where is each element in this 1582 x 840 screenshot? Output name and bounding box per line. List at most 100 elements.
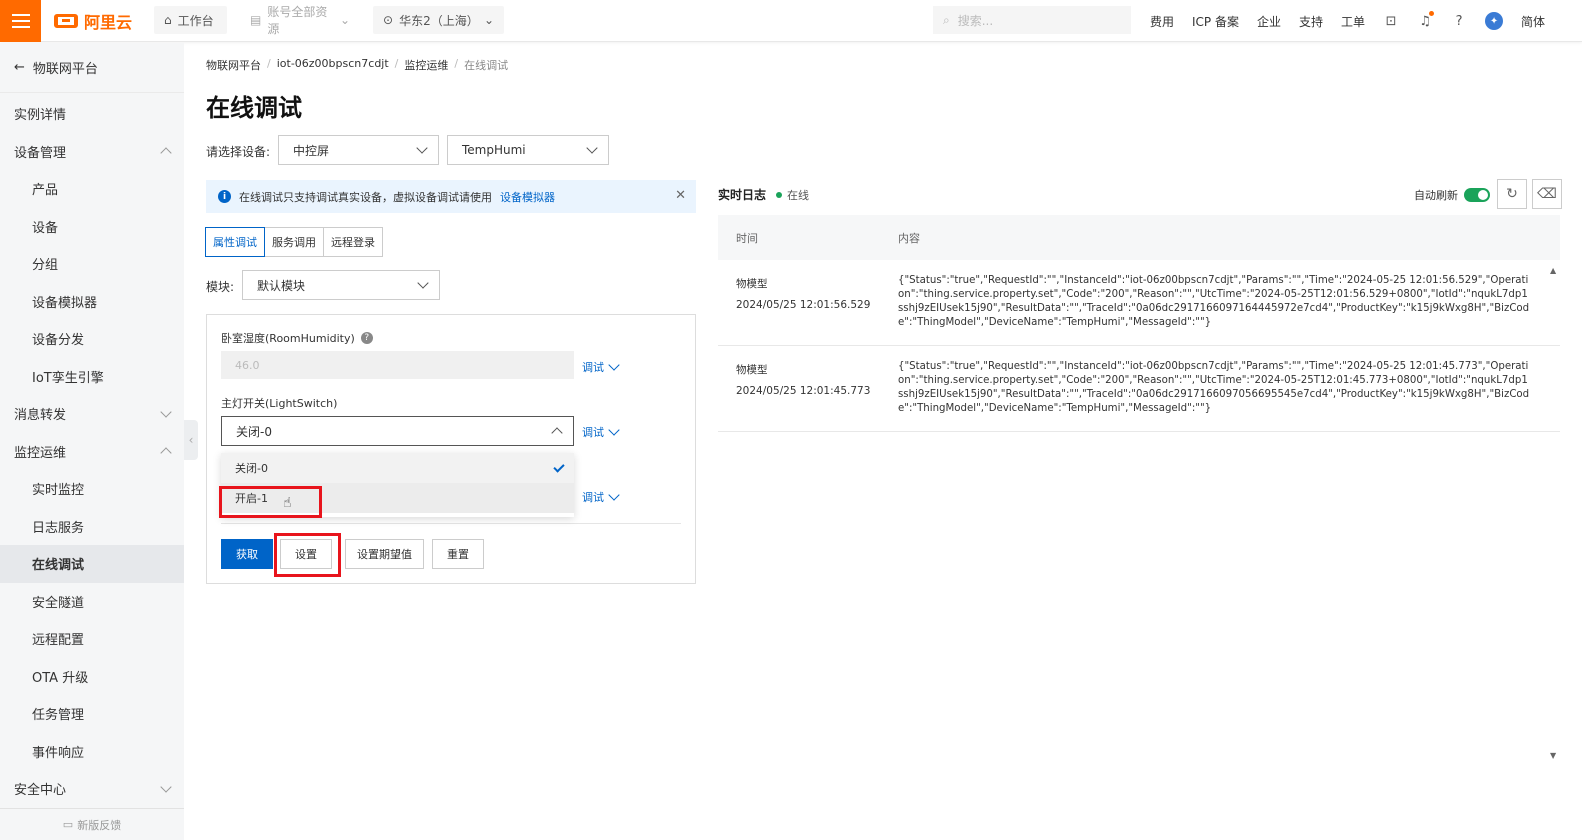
link-enterprise[interactable]: 企业 xyxy=(1257,13,1281,30)
tab-service-call[interactable]: 服务调用 xyxy=(264,227,324,257)
feedback-icon: ▭ xyxy=(62,818,74,831)
device-select-label: 请选择设备: xyxy=(206,145,271,159)
sidebar-item[interactable]: 设备管理 xyxy=(0,133,184,171)
link-billing[interactable]: 费用 xyxy=(1150,13,1174,30)
device-simulator-link[interactable]: 设备模拟器 xyxy=(500,189,555,205)
clear-log-button[interactable]: ⌫ xyxy=(1532,179,1562,209)
avatar[interactable]: ✦ xyxy=(1485,12,1504,30)
sidebar-item[interactable]: 实例详情 xyxy=(0,95,184,133)
scroll-up-icon[interactable]: ▲ xyxy=(1550,266,1556,275)
set-expected-button[interactable]: 设置期望值 xyxy=(345,539,424,569)
light-switch-select[interactable]: 关闭-0 xyxy=(221,416,574,446)
sidebar-item-label: 远程配置 xyxy=(32,633,85,649)
breadcrumb-item[interactable]: 物联网平台 xyxy=(206,57,261,73)
resources-selector[interactable]: ▤ 账号全部资源 ⌄ xyxy=(240,5,360,36)
status-text: 在线 xyxy=(787,188,810,202)
sidebar-item-label: OTA 升级 xyxy=(32,670,89,686)
grid-icon: ▤ xyxy=(250,13,262,27)
link-icp[interactable]: ICP 备案 xyxy=(1192,13,1239,30)
highlight-box xyxy=(274,533,341,577)
sidebar-item[interactable]: 事件响应 xyxy=(0,733,184,771)
region-selector[interactable]: ⊙ 华东2（上海） ⌄ xyxy=(373,6,504,34)
online-dot xyxy=(776,191,783,198)
location-icon: ⊙ xyxy=(383,13,394,27)
tab-remote-login[interactable]: 远程登录 xyxy=(323,227,383,257)
help-icon[interactable]: ? xyxy=(1451,13,1467,29)
divider xyxy=(221,523,681,524)
humidity-debug-link[interactable]: 调试 xyxy=(582,359,620,375)
breadcrumb-item[interactable]: 监控运维 xyxy=(404,57,448,73)
light-label-text: 主灯开关(LightSwitch) xyxy=(221,397,338,410)
global-search[interactable]: ⌕ 搜索... xyxy=(933,6,1131,34)
device-select[interactable]: TempHumi xyxy=(447,135,609,165)
option-off[interactable]: 关闭-0 xyxy=(221,453,574,483)
debug-tabs: 属性调试 服务调用 远程登录 xyxy=(205,227,383,257)
log-table-header: 时间 内容 xyxy=(718,215,1560,260)
feedback-button[interactable]: ▭ 新版反馈 xyxy=(0,808,184,840)
tab-property-debug[interactable]: 属性调试 xyxy=(205,227,265,257)
region-label: 华东2（上海） xyxy=(399,13,479,28)
link-ticket[interactable]: 工单 xyxy=(1341,13,1365,30)
breadcrumb-item[interactable]: iot-06z00bpscn7cdjt xyxy=(277,57,389,73)
sidebar-menu: 实例详情设备管理产品 设备 分组 设备模拟器 设备分发 IoT孪生引擎消息转发监控运维实时… xyxy=(0,93,184,808)
sidebar-item[interactable]: 设备 xyxy=(0,208,184,246)
bell-icon[interactable]: ♫ xyxy=(1417,11,1435,29)
sidebar-item[interactable]: 产品 xyxy=(0,170,184,208)
auto-refresh-toggle[interactable] xyxy=(1464,188,1490,202)
sidebar-item[interactable]: 安全隧道 xyxy=(0,583,184,621)
help-icon[interactable]: ? xyxy=(360,332,373,344)
sidebar-item[interactable]: 消息转发 xyxy=(0,395,184,433)
sidebar-item[interactable]: 日志服务 xyxy=(0,508,184,546)
aliyun-logo[interactable]: 阿里云 xyxy=(54,10,132,32)
breadcrumb-current: 在线调试 xyxy=(464,59,509,72)
module-select[interactable]: 默认模块 xyxy=(242,270,440,300)
sidebar-collapse-handle[interactable]: ‹ xyxy=(184,420,198,460)
menu-icon[interactable] xyxy=(0,0,41,42)
sidebar-item[interactable]: 监控运维 xyxy=(0,433,184,471)
notice-text: 在线调试只支持调试真实设备，虚拟设备调试请使用 xyxy=(239,190,492,204)
status-badge: 在线 xyxy=(776,187,809,203)
log-header: 实时日志 在线 xyxy=(718,186,809,203)
get-button[interactable]: 获取 xyxy=(221,539,273,569)
column-time: 时间 xyxy=(736,231,758,245)
table-row: 物模型 2024/05/25 12:01:56.529 {"Status":"t… xyxy=(718,260,1560,346)
humidity-label-text: 卧室湿度(RoomHumidity) xyxy=(221,332,355,345)
sidebar-item[interactable]: OTA 升级 xyxy=(0,658,184,696)
sidebar-item-label: 实例详情 xyxy=(14,108,67,124)
sidebar-item-label: 设备管理 xyxy=(14,145,67,161)
light-debug-link[interactable]: 调试 xyxy=(582,424,620,440)
sidebar-item-label: 监控运维 xyxy=(14,445,67,461)
sidebar-item[interactable]: 分组 xyxy=(0,245,184,283)
third-field-debug-link[interactable]: 调试 xyxy=(582,489,620,505)
back-to-iot-platform[interactable]: ← 物联网平台 xyxy=(0,43,184,93)
reset-button[interactable]: 重置 xyxy=(432,539,484,569)
chevron-down-icon xyxy=(416,142,428,154)
sidebar-item[interactable]: 实时监控 xyxy=(0,470,184,508)
sidebar-item-label: 在线调试 xyxy=(32,558,85,574)
sidebar-item[interactable]: 远程配置 xyxy=(0,620,184,658)
sidebar-item[interactable]: IoT孪生引擎 xyxy=(0,358,184,396)
sidebar-item[interactable]: 安全中心 xyxy=(0,770,184,808)
sidebar-item-label: 消息转发 xyxy=(14,408,67,424)
sidebar-item[interactable]: 任务管理 xyxy=(0,695,184,733)
chevron-up-icon xyxy=(160,147,172,159)
arrow-left-icon: ← xyxy=(14,60,25,75)
log-time: 2024/05/25 12:01:45.773 xyxy=(736,385,871,397)
close-icon[interactable]: ✕ xyxy=(675,188,686,203)
terminal-icon[interactable]: ⊡ xyxy=(1383,13,1399,29)
link-support[interactable]: 支持 xyxy=(1299,13,1323,30)
chevron-up-icon xyxy=(551,427,563,439)
logo-text: 阿里云 xyxy=(84,13,133,32)
workbench-button[interactable]: ⌂ 工作台 xyxy=(154,6,227,34)
refresh-button[interactable]: ↻ xyxy=(1497,179,1527,209)
sidebar-item[interactable]: 设备分发 xyxy=(0,320,184,358)
trash-icon: ⌫ xyxy=(1537,186,1557,202)
sidebar-item[interactable]: 在线调试 xyxy=(0,545,184,583)
log-time: 2024/05/25 12:01:56.529 xyxy=(736,299,871,311)
product-select[interactable]: 中控屏 xyxy=(278,135,439,165)
language-switch[interactable]: 简体 xyxy=(1521,13,1545,30)
module-select-value: 默认模块 xyxy=(257,278,306,293)
sidebar-item[interactable]: 设备模拟器 xyxy=(0,283,184,321)
debug-label: 调试 xyxy=(582,491,604,504)
scroll-down-icon[interactable]: ▼ xyxy=(1550,751,1556,760)
